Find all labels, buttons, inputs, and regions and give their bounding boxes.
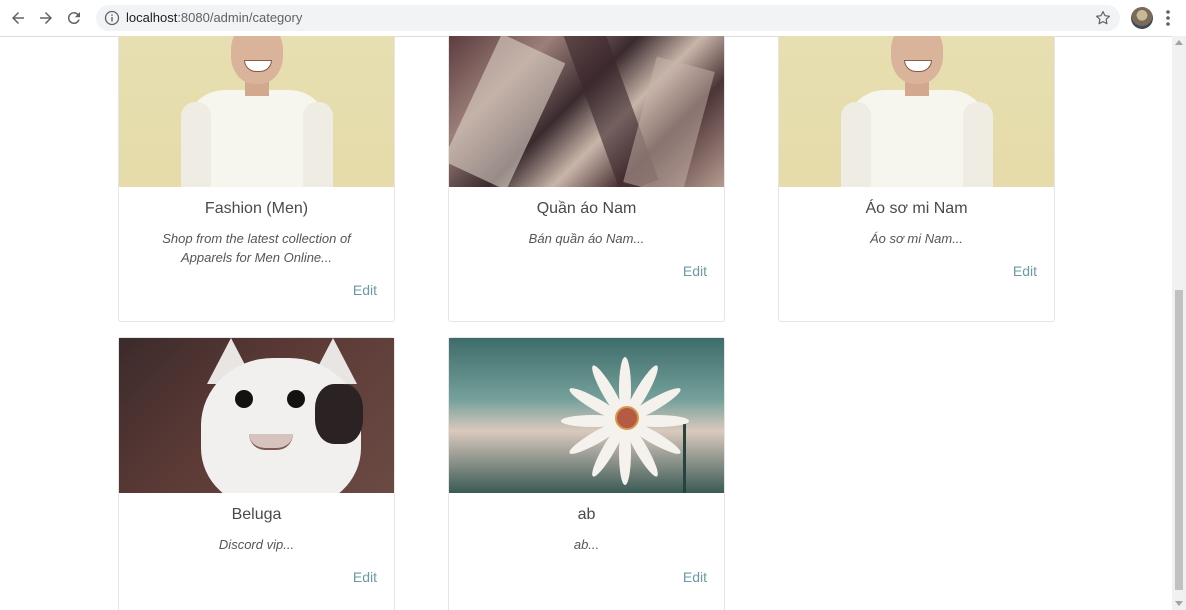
- scroll-down-arrow-icon[interactable]: [1175, 601, 1183, 606]
- category-title: ab: [577, 506, 596, 523]
- forward-arrow-icon[interactable]: [34, 6, 58, 30]
- browser-toolbar: localhost:8080/admin/category: [0, 0, 1186, 37]
- info-icon[interactable]: [104, 10, 120, 26]
- category-title: Áo sơ mi Nam: [865, 200, 968, 217]
- back-arrow-icon[interactable]: [6, 6, 30, 30]
- bookmark-star-icon[interactable]: [1094, 9, 1112, 27]
- category-description: Áo sơ mi Nam...: [869, 231, 964, 246]
- address-bar[interactable]: localhost:8080/admin/category: [96, 5, 1120, 31]
- scroll-up-arrow-icon[interactable]: [1175, 40, 1183, 45]
- edit-link[interactable]: Edit: [683, 263, 707, 279]
- edit-link[interactable]: Edit: [1013, 263, 1037, 279]
- anime-artwork-image: [449, 36, 724, 187]
- category-description: Bán quần áo Nam...: [528, 231, 645, 246]
- category-card: ab ab... Edit: [448, 337, 725, 610]
- category-title: Beluga: [231, 506, 282, 523]
- profile-avatar[interactable]: [1131, 7, 1153, 29]
- category-card: Beluga Discord vip... Edit: [118, 337, 395, 610]
- page-content: Fashion (Men) Shop from the latest colle…: [0, 36, 1172, 610]
- scrollbar-thumb[interactable]: [1175, 290, 1183, 590]
- category-card: Fashion (Men) Shop from the latest colle…: [118, 36, 395, 322]
- man-in-white-sweater-image: [119, 36, 394, 187]
- edit-link[interactable]: Edit: [683, 569, 707, 585]
- url-text: localhost:8080/admin/category: [126, 10, 303, 25]
- more-vert-icon[interactable]: [1158, 7, 1178, 29]
- category-title: Quần áo Nam: [536, 200, 637, 217]
- edit-link[interactable]: Edit: [353, 569, 377, 585]
- cat-meme-image: [119, 338, 394, 493]
- page-scrollbar[interactable]: [1172, 36, 1186, 610]
- category-title: Fashion (Men): [204, 200, 309, 217]
- category-description: ab...: [573, 537, 600, 552]
- category-description: Shop from the latest collection of Appar…: [162, 231, 351, 265]
- daisy-flower-image: [449, 338, 724, 493]
- edit-link[interactable]: Edit: [353, 282, 377, 298]
- category-description: Discord vip...: [218, 537, 295, 552]
- man-in-white-sweater-image: [779, 36, 1054, 187]
- category-card: Áo sơ mi Nam Áo sơ mi Nam... Edit: [778, 36, 1055, 322]
- category-card: Quần áo Nam Bán quần áo Nam... Edit: [448, 36, 725, 322]
- reload-icon[interactable]: [62, 6, 86, 30]
